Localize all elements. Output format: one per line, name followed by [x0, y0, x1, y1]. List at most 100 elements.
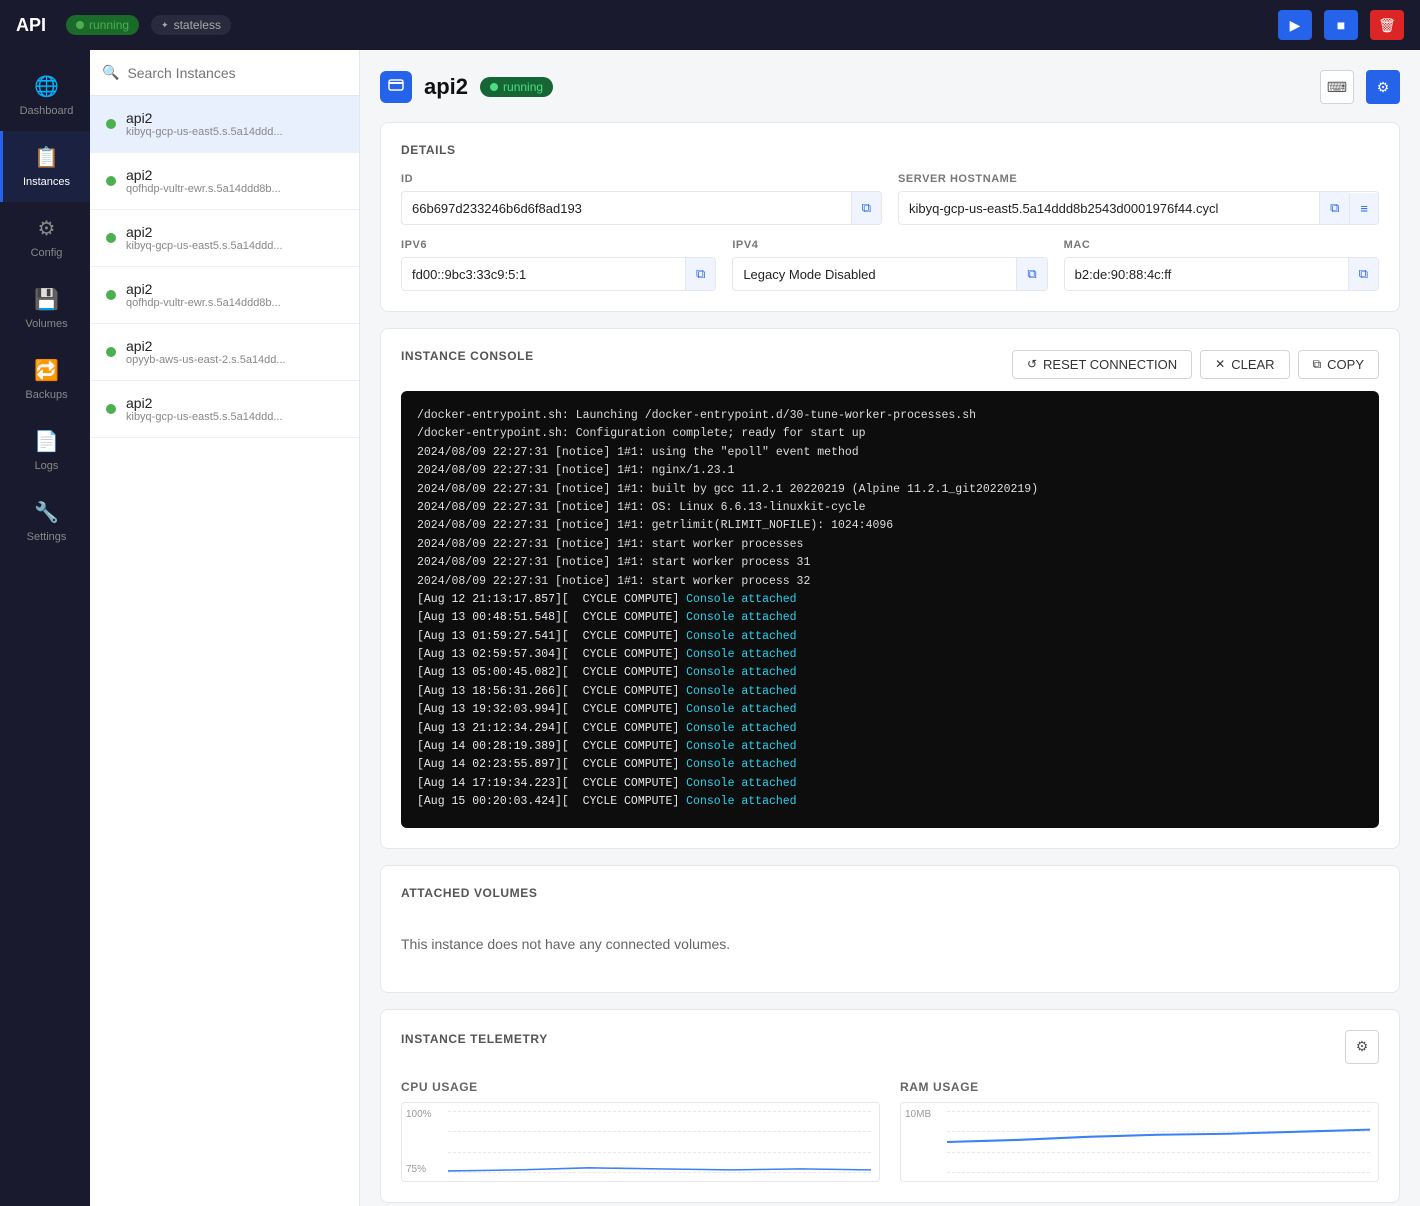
instance-name-label: api2: [126, 167, 343, 183]
mac-value-row: b2:de:90:88:4c:ff ⧉: [1064, 257, 1379, 291]
sidebar-label-dashboard: Dashboard: [20, 105, 74, 117]
id-value-row: 66b697d233246b6d6f8ad193 ⧉: [401, 191, 882, 225]
instance-sub-label: qofhdp-vultr-ewr.s.5a14ddd8b...: [126, 297, 343, 309]
console-line: [Aug 14 17:19:34.223][ CYCLE COMPUTE] Co…: [417, 775, 1363, 793]
delete-button[interactable]: 🗑: [1370, 10, 1404, 40]
stateless-badge: stateless: [151, 15, 231, 35]
cpu-y-top: 100%: [406, 1109, 432, 1120]
sidebar-label-backups: Backups: [25, 389, 67, 401]
instance-list-panel: 🔍 api2 kibyq-gcp-us-east5.s.5a14ddd... a…: [90, 50, 360, 1206]
console-line: 2024/08/09 22:27:31 [notice] 1#1: built …: [417, 481, 1363, 499]
console-line: [Aug 15 00:20:03.424][ CYCLE COMPUTE] Co…: [417, 793, 1363, 811]
console-line: 2024/08/09 22:27:31 [notice] 1#1: nginx/…: [417, 462, 1363, 480]
mac-copy-button[interactable]: ⧉: [1348, 258, 1378, 290]
console-section-title: INSTANCE CONSOLE: [401, 349, 534, 363]
copy-icon: ⧉: [1313, 357, 1322, 372]
ipv4-label: IPV4: [732, 239, 1047, 251]
console-line: 2024/08/09 22:27:31 [notice] 1#1: start …: [417, 554, 1363, 572]
instance-sub-label: kibyq-gcp-us-east5.s.5a14ddd...: [126, 126, 343, 138]
console-card: INSTANCE CONSOLE ↺ RESET CONNECTION ✕ CL…: [380, 328, 1400, 849]
clear-button[interactable]: ✕ CLEAR: [1200, 350, 1289, 379]
ipv4-value: Legacy Mode Disabled: [733, 259, 1016, 290]
cpu-svg: [448, 1111, 871, 1173]
sidebar-item-volumes[interactable]: 💾 Volumes: [0, 273, 90, 344]
sidebar-label-volumes: Volumes: [25, 318, 67, 330]
ram-usage-chart: RAM USAGE 10MB: [900, 1080, 1379, 1182]
mac-value: b2:de:90:88:4c:ff: [1065, 259, 1348, 290]
instance-item[interactable]: api2 opyyb-aws-us-east-2.s.5a14dd...: [90, 324, 359, 381]
instance-dot: [106, 347, 116, 357]
telemetry-grid: CPU USAGE 100% 75%: [401, 1080, 1379, 1182]
config-icon: ⚙: [38, 216, 56, 241]
search-input[interactable]: [127, 65, 347, 81]
reset-connection-button[interactable]: ↺ RESET CONNECTION: [1012, 350, 1192, 379]
volumes-section-title: ATTACHED VOLUMES: [401, 886, 1379, 900]
instance-dot: [106, 290, 116, 300]
sidebar-item-settings[interactable]: 🔧 Settings: [0, 486, 90, 557]
instance-item[interactable]: api2 kibyq-gcp-us-east5.s.5a14ddd...: [90, 381, 359, 438]
instance-dot: [106, 404, 116, 414]
ram-chart-inner: [947, 1111, 1370, 1173]
telemetry-section-title: INSTANCE TELEMETRY: [401, 1032, 548, 1046]
instance-dot: [106, 233, 116, 243]
sidebar-label-config: Config: [31, 247, 63, 259]
stop-button[interactable]: ■: [1324, 10, 1358, 40]
ipv4-copy-button[interactable]: ⧉: [1016, 258, 1046, 290]
ram-label: RAM USAGE: [900, 1080, 1379, 1094]
copy-button[interactable]: ⧉ COPY: [1298, 350, 1379, 379]
sidebar-item-dashboard[interactable]: 🌐 Dashboard: [0, 60, 90, 131]
ipv6-value-row: fd00::9bc3:33c9:5:1 ⧉: [401, 257, 716, 291]
sidebar-label-instances: Instances: [23, 176, 70, 188]
reset-label: RESET CONNECTION: [1043, 357, 1177, 372]
id-field: ID 66b697d233246b6d6f8ad193 ⧉: [401, 173, 882, 225]
sidebar-item-instances[interactable]: 📋 Instances: [0, 131, 90, 202]
console-line: [Aug 13 18:56:31.266][ CYCLE COMPUTE] Co…: [417, 683, 1363, 701]
instance-sub-label: qofhdp-vultr-ewr.s.5a14ddd8b...: [126, 183, 343, 195]
clear-label: CLEAR: [1231, 357, 1274, 372]
instance-item[interactable]: api2 kibyq-gcp-us-east5.s.5a14ddd...: [90, 96, 359, 153]
sidebar-item-backups[interactable]: 🔁 Backups: [0, 344, 90, 415]
telemetry-settings-button[interactable]: ⚙: [1345, 1030, 1379, 1064]
sidebar-label-logs: Logs: [35, 460, 59, 472]
instance-item[interactable]: api2 qofhdp-vultr-ewr.s.5a14ddd8b...: [90, 153, 359, 210]
mac-field: MAC b2:de:90:88:4c:ff ⧉: [1064, 239, 1379, 291]
main-layout: 🌐 Dashboard 📋 Instances ⚙ Config 💾 Volum…: [0, 50, 1420, 1206]
hostname-label: SERVER HOSTNAME: [898, 173, 1379, 185]
sidebar-item-logs[interactable]: 📄 Logs: [0, 415, 90, 486]
hostname-value-row: kibyq-gcp-us-east5.5a14ddd8b2543d0001976…: [898, 191, 1379, 225]
instance-name-label: api2: [126, 281, 343, 297]
topbar: API running stateless ▶ ■ 🗑: [0, 0, 1420, 50]
instance-sub-label: opyyb-aws-us-east-2.s.5a14dd...: [126, 354, 343, 366]
console-line: [Aug 14 00:28:19.389][ CYCLE COMPUTE] Co…: [417, 738, 1363, 756]
id-copy-button[interactable]: ⧉: [851, 192, 881, 224]
backups-icon: 🔁: [34, 358, 59, 383]
play-button[interactable]: ▶: [1278, 10, 1312, 40]
instance-name-label: api2: [126, 338, 343, 354]
running-badge: running: [66, 15, 139, 35]
logs-icon: 📄: [34, 429, 59, 454]
console-line: 2024/08/09 22:27:31 [notice] 1#1: OS: Li…: [417, 499, 1363, 517]
cpu-label: CPU USAGE: [401, 1080, 880, 1094]
instance-info: api2 qofhdp-vultr-ewr.s.5a14ddd8b...: [126, 167, 343, 195]
cpu-chart-container: 100% 75%: [401, 1102, 880, 1182]
dashboard-icon: 🌐: [34, 74, 59, 99]
console-header: INSTANCE CONSOLE ↺ RESET CONNECTION ✕ CL…: [401, 349, 1379, 379]
instance-item[interactable]: api2 qofhdp-vultr-ewr.s.5a14ddd8b...: [90, 267, 359, 324]
settings-instance-button[interactable]: ⚙: [1366, 70, 1400, 104]
ipv6-copy-button[interactable]: ⧉: [685, 258, 715, 290]
instance-name-label: api2: [126, 395, 343, 411]
telemetry-header: INSTANCE TELEMETRY ⚙: [401, 1030, 1379, 1064]
hostname-extra-button[interactable]: ≡: [1349, 193, 1378, 224]
app-title: API: [16, 15, 46, 36]
instance-sub-label: kibyq-gcp-us-east5.s.5a14ddd...: [126, 240, 343, 252]
copy-label: COPY: [1327, 357, 1364, 372]
instance-name-label: api2: [126, 224, 343, 240]
instance-icon: [380, 71, 412, 103]
terminal-button[interactable]: ⌨: [1320, 70, 1354, 104]
clear-icon: ✕: [1215, 357, 1225, 371]
content-area: api2 running ⌨ ⚙ DETAILS ID 66b697d23324…: [360, 50, 1420, 1206]
no-volumes-message: This instance does not have any connecte…: [401, 916, 1379, 972]
instance-item[interactable]: api2 kibyq-gcp-us-east5.s.5a14ddd...: [90, 210, 359, 267]
sidebar-item-config[interactable]: ⚙ Config: [0, 202, 90, 273]
hostname-copy-button[interactable]: ⧉: [1319, 192, 1349, 224]
